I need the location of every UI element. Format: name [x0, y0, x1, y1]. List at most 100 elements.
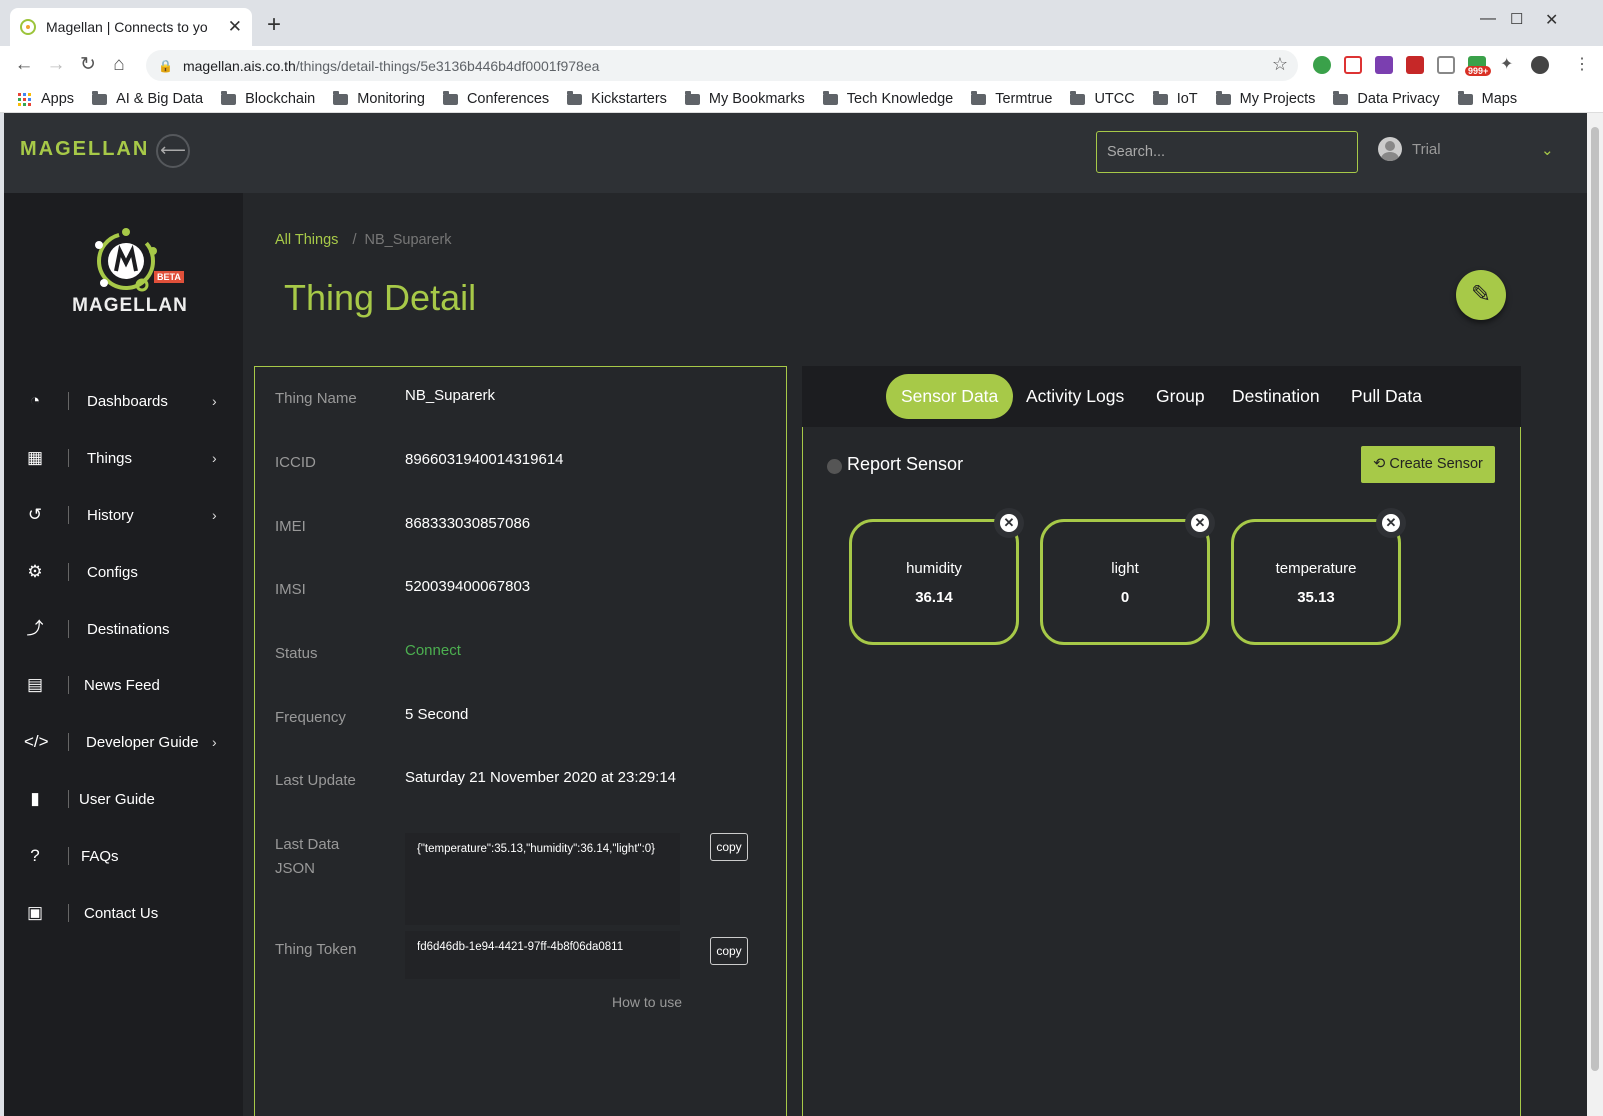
copy-json-button[interactable]: copy	[710, 833, 748, 861]
collapse-sidebar-icon[interactable]: ⟵	[156, 134, 190, 168]
reload-icon[interactable]: ↻	[76, 53, 100, 77]
breadcrumb-current: NB_Suparerk	[364, 232, 452, 248]
breadcrumb-all-things[interactable]: All Things	[275, 232, 338, 248]
sidebar-item-dashboards[interactable]: ◔ Dashboards ›	[4, 381, 243, 421]
onenote-extension-icon[interactable]	[1375, 56, 1393, 74]
bookmark-star-icon[interactable]: ☆	[1272, 54, 1288, 75]
bookmark-folder[interactable]: Conferences	[442, 90, 549, 107]
sensor-name: temperature	[1275, 560, 1357, 577]
minimize-icon[interactable]: —	[1480, 10, 1496, 28]
sidebar-item-history[interactable]: ↺ History ›	[4, 495, 243, 535]
breadcrumb-separator: /	[352, 232, 357, 248]
sidebar-item-configs[interactable]: ⚙ Configs	[4, 552, 243, 592]
how-to-use-link[interactable]: How to use	[612, 994, 682, 1010]
bookmark-label: Data Privacy	[1357, 91, 1440, 107]
sidebar-item-label: User Guide	[79, 790, 155, 808]
thing-token-box[interactable]: fd6d46db-1e94-4421-97ff-4b8f06da0811	[405, 931, 680, 979]
sidebar-item-developer-guide[interactable]: </> Developer Guide ›	[4, 722, 243, 762]
sidebar-item-label: Dashboards	[87, 392, 168, 410]
copy-token-button[interactable]: copy	[710, 937, 748, 965]
last-update-value: Saturday 21 November 2020 at 23:29:14	[405, 769, 677, 786]
app-page: MAGELLAN ⟵ Trial ⌄ BETA MAGELLAN ◔	[4, 113, 1587, 1116]
bookmark-apps[interactable]: Apps	[18, 91, 74, 107]
bookmark-folder[interactable]: UTCC	[1070, 90, 1135, 107]
maximize-icon[interactable]: ☐	[1510, 10, 1523, 28]
edit-button[interactable]: ✎	[1456, 270, 1506, 320]
bookmark-folder[interactable]: IoT	[1152, 90, 1198, 107]
remove-sensor-button[interactable]: ✕	[1185, 508, 1215, 538]
back-icon[interactable]: ←	[12, 53, 36, 77]
bookmark-folder[interactable]: AI & Big Data	[92, 90, 203, 107]
chip-icon: ▦	[26, 448, 44, 467]
page-scrollbar[interactable]	[1587, 113, 1603, 1116]
field-label: IMSI	[275, 581, 306, 598]
extension-icon[interactable]	[1406, 56, 1424, 74]
frequency-value: 5 Second	[405, 706, 469, 723]
sidebar-item-news-feed[interactable]: ▤ News Feed	[4, 665, 243, 705]
tab-pull-data[interactable]: Pull Data	[1336, 374, 1437, 419]
folder-icon	[567, 90, 583, 105]
chevron-right-icon: ›	[212, 393, 217, 409]
folder-icon	[1215, 90, 1231, 105]
user-menu[interactable]: Trial	[1378, 137, 1441, 161]
sensor-card[interactable]: humidity 36.14 ✕	[849, 508, 1024, 645]
tab-sensor-data[interactable]: Sensor Data	[886, 374, 1014, 419]
close-window-icon[interactable]: ✕	[1545, 10, 1558, 30]
brand-name[interactable]: MAGELLAN	[20, 138, 149, 161]
sensor-card[interactable]: temperature 35.13 ✕	[1231, 508, 1406, 645]
field-label-line: Last Data	[275, 836, 340, 853]
sensor-name: light	[1111, 560, 1139, 577]
book-icon: ▮	[30, 789, 40, 808]
sidebar-item-user-guide[interactable]: ▮ User Guide	[4, 779, 243, 819]
field-label: Thing Token	[275, 941, 357, 958]
search-input[interactable]	[1096, 131, 1358, 173]
extension-icon[interactable]	[1437, 56, 1455, 74]
dashboard-icon: ◔	[29, 391, 41, 410]
sidebar-item-contact-us[interactable]: ▣ Contact Us	[4, 893, 243, 933]
bookmark-folder[interactable]: Data Privacy	[1333, 90, 1440, 107]
bookmark-folder[interactable]: Blockchain	[221, 90, 315, 107]
sidebar-item-destinations[interactable]: ⤴ Destinations	[4, 609, 243, 649]
bookmark-folder[interactable]: Termtrue	[971, 90, 1052, 107]
sensor-card[interactable]: light 0 ✕	[1040, 508, 1215, 645]
address-bar[interactable]: 🔒 magellan.ais.co.th/things/detail-thing…	[146, 50, 1298, 81]
bookmark-folder[interactable]: Monitoring	[333, 90, 425, 107]
tab-activity-logs[interactable]: Activity Logs	[1011, 374, 1139, 419]
field-label: Thing Name	[275, 390, 357, 407]
field-label: Frequency	[275, 709, 346, 726]
bookmark-folder[interactable]: Maps	[1457, 90, 1518, 107]
new-tab-icon[interactable]: +	[262, 11, 286, 39]
bookmark-folder[interactable]: Tech Knowledge	[822, 90, 954, 107]
profile-avatar[interactable]	[1531, 56, 1549, 74]
forward-icon[interactable]: →	[44, 53, 68, 77]
bookmark-folder[interactable]: My Bookmarks	[684, 90, 805, 107]
sidebar-item-faqs[interactable]: ? FAQs	[4, 836, 243, 876]
menu-kebab-icon[interactable]: ⋮	[1574, 56, 1592, 74]
field-label: Last Update	[275, 772, 356, 789]
scrollbar-thumb[interactable]	[1591, 127, 1599, 1071]
bookmark-label: Tech Knowledge	[846, 91, 954, 107]
sidebar-item-label: Configs	[87, 563, 138, 581]
create-sensor-button[interactable]: ⟲ Create Sensor	[1361, 446, 1495, 483]
tab-group[interactable]: Group	[1141, 374, 1220, 419]
favicon-icon	[20, 19, 36, 35]
puzzle-icon[interactable]: ✦	[1500, 56, 1518, 74]
last-data-json-box[interactable]: {"temperature":35.13,"humidity":36.14,"l…	[405, 833, 680, 925]
chevron-down-icon[interactable]: ⌄	[1541, 141, 1554, 159]
browser-tab[interactable]: Magellan | Connects to yo ✕	[10, 8, 252, 46]
bookmark-label: Maps	[1481, 91, 1518, 107]
close-tab-icon[interactable]: ✕	[228, 17, 242, 37]
remove-sensor-button[interactable]: ✕	[994, 508, 1024, 538]
app-header: MAGELLAN ⟵ Trial ⌄	[4, 113, 1587, 193]
bookmark-folder[interactable]: My Projects	[1215, 90, 1315, 107]
field-label: ICCID	[275, 454, 316, 471]
bookmark-folder[interactable]: Kickstarters	[567, 90, 667, 107]
remove-sensor-button[interactable]: ✕	[1376, 508, 1406, 538]
lock-icon: 🔒	[158, 58, 173, 73]
tab-destination[interactable]: Destination	[1217, 374, 1335, 419]
home-icon[interactable]: ⌂	[107, 53, 131, 77]
divider	[68, 392, 69, 410]
sidebar-item-things[interactable]: ▦ Things ›	[4, 438, 243, 478]
extension-icon[interactable]	[1344, 56, 1362, 74]
evernote-extension-icon[interactable]	[1313, 56, 1331, 74]
